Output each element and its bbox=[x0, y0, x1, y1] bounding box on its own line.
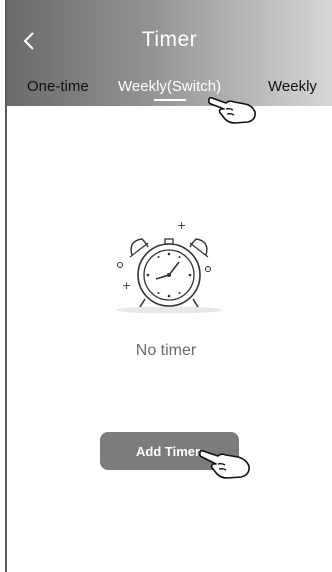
pointing-hand-icon bbox=[198, 449, 250, 479]
pointing-hand-icon bbox=[207, 96, 256, 124]
svg-text:+: + bbox=[122, 279, 131, 292]
add-timer-button-label: Add Timer bbox=[136, 444, 201, 459]
tab-bar: One-time Weekly(Switch) Weekly bbox=[7, 76, 332, 104]
tab-weekly-switch[interactable]: Weekly(Switch) bbox=[118, 78, 221, 95]
tab-weekly[interactable]: Weekly bbox=[268, 78, 317, 95]
active-tab-indicator bbox=[154, 99, 186, 101]
empty-state-message: No timer bbox=[135, 342, 197, 359]
page-title: Timer bbox=[141, 28, 198, 51]
alarm-clock-icon: + + bbox=[116, 219, 222, 314]
tab-one-time[interactable]: One-time bbox=[27, 78, 89, 95]
header-bar: Timer One-time Weekly(Switch) Weekly bbox=[7, 0, 332, 106]
svg-text:+: + bbox=[177, 219, 186, 232]
